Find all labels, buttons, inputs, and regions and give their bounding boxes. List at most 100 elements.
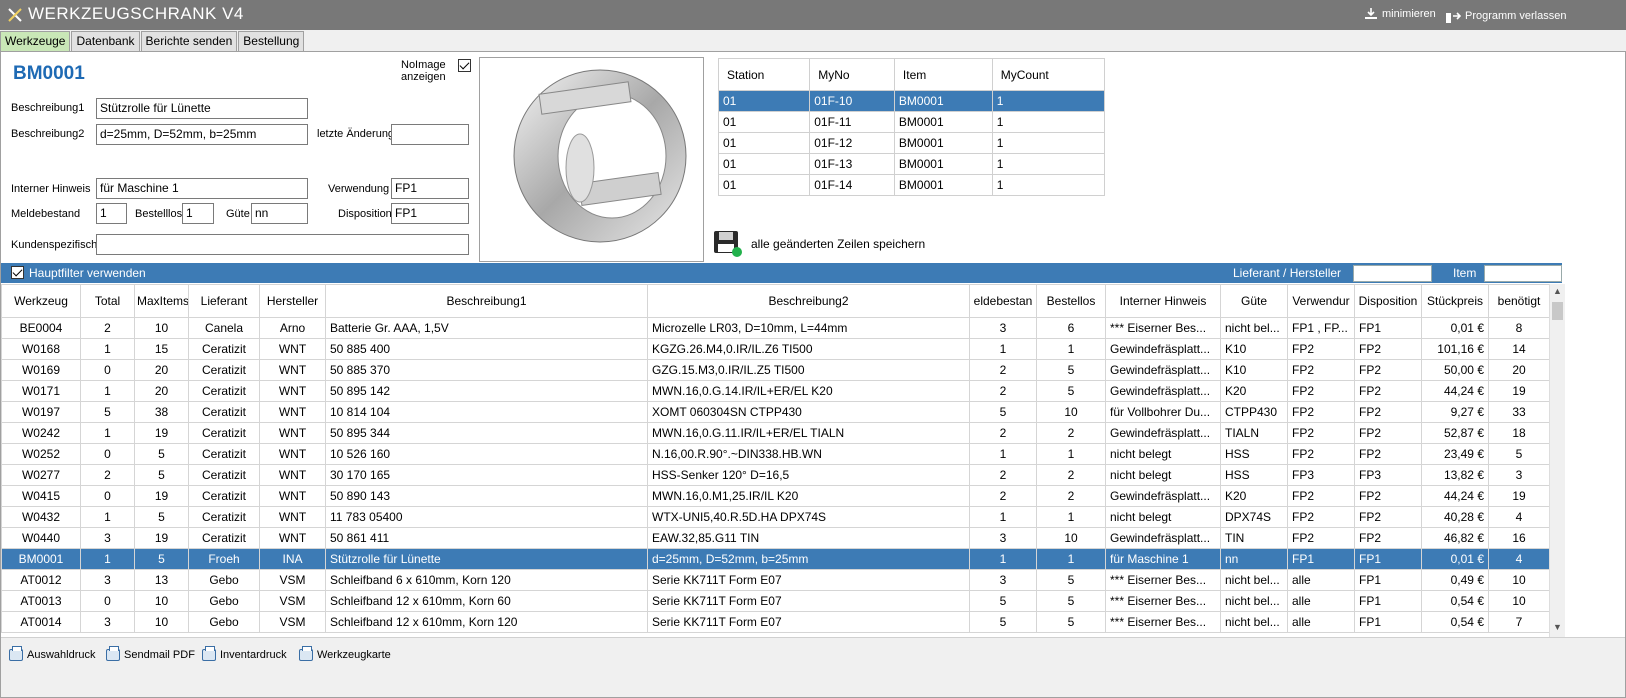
table-cell[interactable]: AT0014 [1, 611, 81, 633]
table-cell[interactable]: FP2 [1287, 443, 1355, 465]
table-cell[interactable]: 20 [134, 359, 189, 381]
table-cell[interactable]: 13,82 € [1421, 464, 1489, 486]
table-cell[interactable]: WNT [259, 380, 326, 402]
table-cell[interactable]: *** Eiserner Bes... [1105, 611, 1221, 633]
table-cell[interactable]: FP1 [1354, 569, 1422, 591]
table-cell[interactable]: 5 [134, 443, 189, 465]
table-cell[interactable]: 1 [1036, 506, 1106, 528]
table-cell[interactable]: FP3 [1287, 464, 1355, 486]
table-cell[interactable]: Ceratizit [188, 338, 260, 360]
table-cell[interactable]: 2 [969, 464, 1037, 486]
station-cell[interactable]: 01 [717, 90, 811, 112]
table-cell[interactable]: 10 [1036, 401, 1106, 423]
werkzeugkarte-button[interactable]: Werkzeugkarte [299, 646, 391, 661]
table-cell[interactable]: FP2 [1354, 443, 1422, 465]
table-cell[interactable]: W0415 [1, 485, 81, 507]
table-cell[interactable]: Ceratizit [188, 506, 260, 528]
table-cell[interactable]: FP1 [1287, 548, 1355, 570]
grid-column-header[interactable]: Güte [1220, 284, 1288, 318]
table-cell[interactable]: nicht belegt [1105, 506, 1221, 528]
exit-program-button[interactable]: Programm verlassen [1445, 8, 1566, 24]
table-cell[interactable]: 23,49 € [1421, 443, 1489, 465]
table-cell[interactable]: 2 [969, 485, 1037, 507]
table-cell[interactable]: 5 [134, 506, 189, 528]
table-row[interactable]: W0440 3 19 Ceratizit WNT 50 861 411 EAW.32,85.… [1, 527, 1549, 549]
table-cell[interactable]: Canela [188, 317, 260, 339]
table-cell[interactable]: 2 [80, 317, 135, 339]
guete-field[interactable]: nn [251, 203, 308, 224]
table-row[interactable]: W0277 2 5 Ceratizit WNT 30 170 165 HSS-Senker … [1, 464, 1549, 486]
station-cell[interactable]: 01 [717, 111, 811, 133]
table-cell[interactable]: Gewindefräsplatt... [1105, 380, 1221, 402]
table-cell[interactable]: 5 [1036, 569, 1106, 591]
table-cell[interactable]: 2 [969, 422, 1037, 444]
table-cell[interactable]: 10 [1488, 590, 1549, 612]
table-cell[interactable]: Ceratizit [188, 443, 260, 465]
table-cell[interactable]: 1 [80, 338, 135, 360]
table-cell[interactable]: *** Eiserner Bes... [1105, 317, 1221, 339]
beschreibung2-field[interactable]: d=25mm, D=52mm, b=25mm [96, 124, 308, 145]
table-cell[interactable]: 5 [1488, 443, 1549, 465]
table-cell[interactable]: 1 [969, 548, 1037, 570]
station-cell[interactable]: 1 [991, 111, 1106, 133]
table-cell[interactable]: 14 [1488, 338, 1549, 360]
table-cell[interactable]: FP2 [1354, 485, 1422, 507]
table-cell[interactable]: *** Eiserner Bes... [1105, 569, 1221, 591]
grid-column-header[interactable]: Stückpreis [1421, 284, 1489, 318]
table-cell[interactable]: 1 [80, 422, 135, 444]
disposition-field[interactable]: FP1 [391, 203, 469, 224]
save-changes-button[interactable]: alle geänderten Zeilen speichern [713, 230, 925, 258]
table-cell[interactable]: Gewindefräsplatt... [1105, 422, 1221, 444]
table-cell[interactable]: EAW.32,85.G11 TIN [647, 527, 970, 549]
table-cell[interactable]: 46,82 € [1421, 527, 1489, 549]
table-cell[interactable]: VSM [259, 590, 326, 612]
table-cell[interactable]: nicht bel... [1220, 590, 1288, 612]
table-cell[interactable]: FP2 [1354, 506, 1422, 528]
interner-hinweis-field[interactable]: für Maschine 1 [96, 178, 308, 199]
table-cell[interactable]: 1 [969, 443, 1037, 465]
table-cell[interactable]: 52,87 € [1421, 422, 1489, 444]
table-cell[interactable]: WTX-UNI5,40.R.5D.HA DPX74S [647, 506, 970, 528]
table-cell[interactable]: 50 890 143 [325, 485, 648, 507]
table-cell[interactable]: 1 [1036, 338, 1106, 360]
table-cell[interactable]: 19 [134, 485, 189, 507]
table-cell[interactable]: FP2 [1287, 527, 1355, 549]
table-row[interactable]: W0252 0 5 Ceratizit WNT 10 526 160 N.16,00.R.9… [1, 443, 1549, 465]
table-cell[interactable]: 50 861 411 [325, 527, 648, 549]
station-cell[interactable]: BM0001 [893, 90, 993, 112]
table-cell[interactable]: 19 [1488, 380, 1549, 402]
table-cell[interactable]: Schleifband 12 x 610mm, Korn 60 [325, 590, 648, 612]
station-cell[interactable]: 1 [991, 90, 1106, 112]
table-cell[interactable]: Ceratizit [188, 422, 260, 444]
table-cell[interactable]: 50 895 344 [325, 422, 648, 444]
table-cell[interactable]: *** Eiserner Bes... [1105, 590, 1221, 612]
grid-column-header[interactable]: MaxItems [134, 284, 189, 318]
station-row[interactable]: 01 01F-10 BM0001 1 [717, 90, 1106, 112]
grid-column-header[interactable]: Beschreibung2 [647, 284, 970, 318]
table-cell[interactable]: AT0013 [1, 590, 81, 612]
table-cell[interactable]: 50 885 370 [325, 359, 648, 381]
table-cell[interactable]: W0277 [1, 464, 81, 486]
table-cell[interactable]: 4 [1488, 506, 1549, 528]
table-cell[interactable]: FP2 [1354, 527, 1422, 549]
table-cell[interactable]: Batterie Gr. AAA, 1,5V [325, 317, 648, 339]
table-cell[interactable]: Ceratizit [188, 527, 260, 549]
table-cell[interactable]: d=25mm, D=52mm, b=25mm [647, 548, 970, 570]
grid-column-header[interactable]: Beschreibung1 [325, 284, 648, 318]
tab-berichte-senden[interactable]: Berichte senden [140, 31, 238, 51]
table-cell[interactable]: 0 [80, 359, 135, 381]
table-cell[interactable]: FP2 [1287, 422, 1355, 444]
table-cell[interactable]: 0,54 € [1421, 590, 1489, 612]
table-cell[interactable]: 5 [1036, 359, 1106, 381]
table-cell[interactable]: FP2 [1354, 401, 1422, 423]
table-cell[interactable]: XOMT 060304SN CTPP430 [647, 401, 970, 423]
hauptfilter-checkbox[interactable] [11, 266, 24, 279]
column-header-station[interactable]: Station [717, 58, 811, 91]
table-cell[interactable]: 44,24 € [1421, 485, 1489, 507]
table-cell[interactable]: Gebo [188, 569, 260, 591]
table-cell[interactable]: 20 [134, 380, 189, 402]
verwendung-field[interactable]: FP1 [391, 178, 469, 199]
table-cell[interactable]: 101,16 € [1421, 338, 1489, 360]
table-cell[interactable]: nicht belegt [1105, 443, 1221, 465]
table-cell[interactable]: 2 [1036, 485, 1106, 507]
